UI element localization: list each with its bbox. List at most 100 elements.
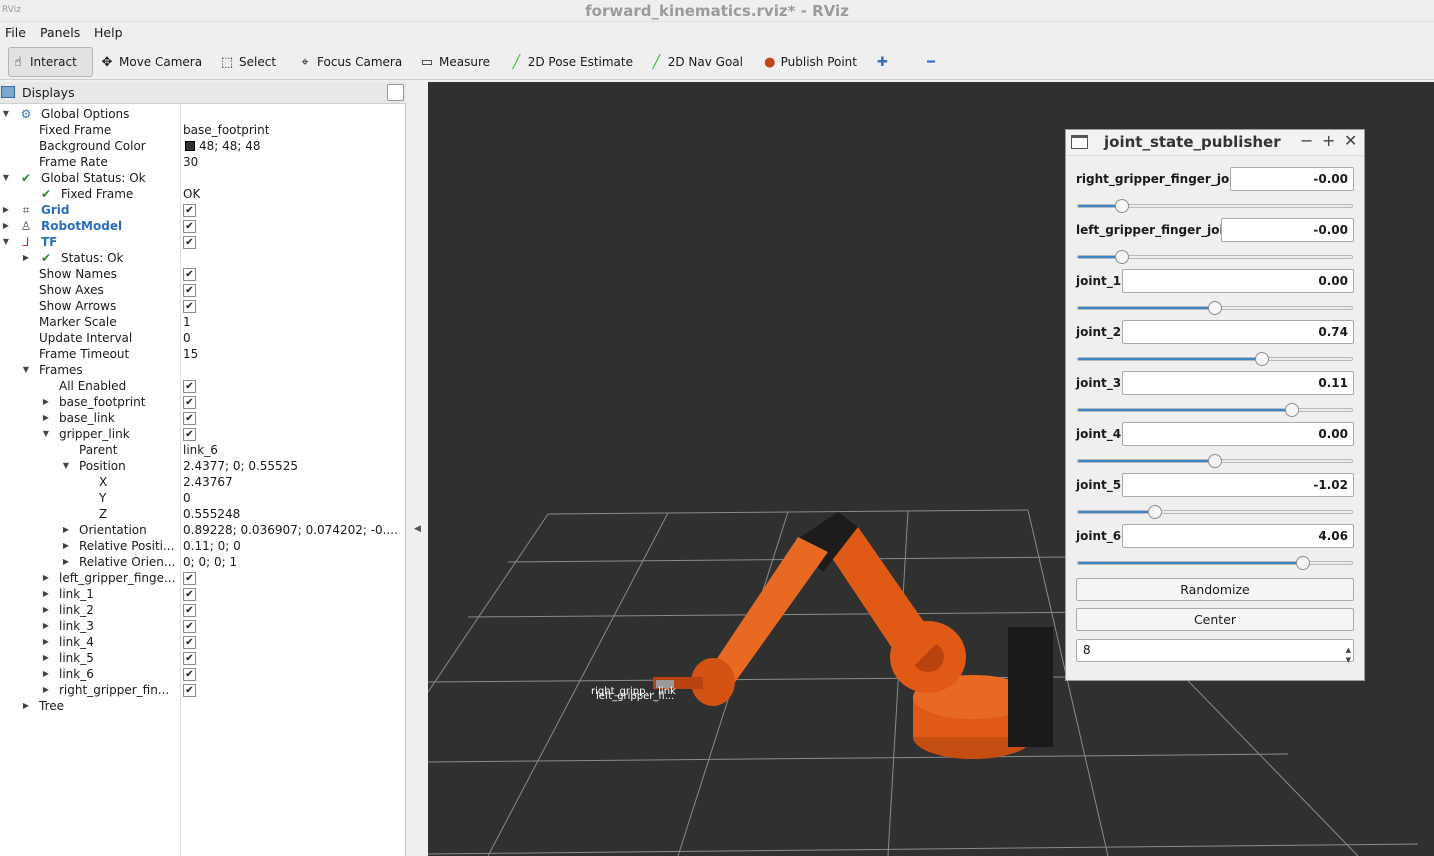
property-value[interactable]: 1 [183,314,191,330]
tree-row[interactable]: ▶ Relative Positi... 0.11; 0; 0 [0,538,404,554]
tree-row[interactable]: Update Interval 0 [0,330,404,346]
tree-row[interactable]: ▶ base_footprint ✔ [0,394,404,410]
collapsed-arrow-icon[interactable]: ▶ [41,570,51,586]
tree-row[interactable]: ▶ ✔ Status: Ok [0,250,404,266]
joint-value-field[interactable]: 0.11 [1122,371,1354,395]
collapsed-arrow-icon[interactable]: ▶ [61,554,71,570]
add-tool-tool[interactable]: ✚ [874,47,894,77]
enabled-checkbox[interactable]: ✔ [183,300,196,313]
measure-tool[interactable]: ▭ Measure [418,47,493,77]
slider-count-spinbox[interactable]: 8 ▲ ▼ [1076,639,1354,664]
tree-row[interactable]: X 2.43767 [0,474,404,490]
property-value[interactable]: link_6 [183,442,218,458]
property-value[interactable]: 48; 48; 48 [183,138,261,154]
enabled-checkbox[interactable]: ✔ [183,396,196,409]
property-value[interactable]: OK [183,186,200,202]
enabled-checkbox[interactable]: ✔ [183,268,196,281]
collapsed-arrow-icon[interactable]: ▶ [21,698,31,714]
tree-row[interactable]: ▶ link_1 ✔ [0,586,404,602]
tree-row[interactable]: Parent link_6 [0,442,404,458]
publish-point-tool[interactable]: ● Publish Point [762,47,857,77]
enabled-checkbox[interactable]: ✔ [183,588,196,601]
tree-row[interactable]: Marker Scale 1 [0,314,404,330]
tree-row[interactable]: ▶ link_5 ✔ [0,650,404,666]
tree-row[interactable]: ▼ Position 2.4377; 0; 0.55525 [0,458,404,474]
collapsed-arrow-icon[interactable]: ▶ [41,602,51,618]
expanded-arrow-icon[interactable]: ▼ [1,170,11,186]
move-camera-tool[interactable]: ✥ Move Camera [98,47,203,77]
property-value[interactable]: 0 [183,490,191,506]
collapsed-arrow-icon[interactable]: ▶ [41,634,51,650]
property-value[interactable]: 0; 0; 0; 1 [183,554,237,570]
collapse-arrow-icon[interactable]: ◀ [414,524,421,534]
tree-row[interactable]: ▼ ✔ Global Status: Ok [0,170,404,186]
collapsed-arrow-icon[interactable]: ▶ [61,522,71,538]
joint-value-field[interactable]: -0.00 [1221,218,1354,242]
joint-value-field[interactable]: -1.02 [1122,473,1354,497]
expanded-arrow-icon[interactable]: ▼ [21,362,31,378]
tree-row[interactable]: Show Arrows ✔ [0,298,404,314]
select-tool[interactable]: ⬚ Select [218,47,278,77]
property-value[interactable]: 2.4377; 0; 0.55525 [183,458,298,474]
enabled-checkbox[interactable]: ✔ [183,428,196,441]
joint-slider[interactable] [1077,556,1353,570]
joint-value-field[interactable]: -0.00 [1230,167,1354,191]
2d-nav-goal-tool[interactable]: ╱ 2D Nav Goal [648,47,743,77]
enabled-checkbox[interactable]: ✔ [183,668,196,681]
tree-row[interactable]: ▶ link_4 ✔ [0,634,404,650]
joint-slider[interactable] [1077,505,1353,519]
focus-camera-tool[interactable]: ⌖ Focus Camera [296,47,404,77]
property-value[interactable]: base_footprint [183,122,269,138]
property-value[interactable]: 15 [183,346,198,362]
tree-row[interactable]: ▶ link_3 ✔ [0,618,404,634]
collapsed-arrow-icon[interactable]: ▶ [41,666,51,682]
collapsed-arrow-icon[interactable]: ▶ [1,218,11,234]
tree-row[interactable]: ▶ link_6 ✔ [0,666,404,682]
enabled-checkbox[interactable]: ✔ [183,204,196,217]
enabled-checkbox[interactable]: ✔ [183,652,196,665]
spin-down-icon[interactable]: ▼ [1346,650,1351,671]
interact-tool[interactable]: ☝ Interact [8,47,93,77]
property-value[interactable]: 0.555248 [183,506,240,522]
joint-slider[interactable] [1077,199,1353,213]
enabled-checkbox[interactable]: ✔ [183,220,196,233]
slider-handle[interactable] [1208,301,1222,315]
slider-handle[interactable] [1147,505,1162,519]
tree-row[interactable]: Show Names ✔ [0,266,404,282]
enabled-checkbox[interactable]: ✔ [183,620,196,633]
property-value[interactable]: 30 [183,154,198,170]
slider-handle[interactable] [1284,403,1299,417]
maximize-icon[interactable]: + [1322,131,1335,150]
tree-row[interactable]: All Enabled ✔ [0,378,404,394]
joint-value-field[interactable]: 0.00 [1122,422,1354,446]
expanded-arrow-icon[interactable]: ▼ [1,234,11,250]
collapsed-arrow-icon[interactable]: ▶ [41,682,51,698]
slider-handle[interactable] [1114,199,1129,213]
tree-row[interactable]: Show Axes ✔ [0,282,404,298]
2d-pose-estimate-tool[interactable]: ╱ 2D Pose Estimate [508,47,633,77]
joint-slider[interactable] [1077,301,1353,315]
tree-row[interactable]: Fixed Frame base_footprint [0,122,404,138]
panel-float-checkbox[interactable] [387,84,404,101]
tree-row[interactable]: ▶ ⌗ Grid ✔ [0,202,404,218]
tree-row[interactable]: ▼ ⚙ Global Options [0,106,404,122]
tree-row[interactable]: ▶ ♙ RobotModel ✔ [0,218,404,234]
collapsed-arrow-icon[interactable]: ▶ [1,202,11,218]
property-value[interactable]: 0 [183,330,191,346]
tree-row[interactable]: Frame Timeout 15 [0,346,404,362]
collapsed-arrow-icon[interactable]: ▶ [41,650,51,666]
tree-row[interactable]: ▶ Relative Orien... 0; 0; 0; 1 [0,554,404,570]
tree-row[interactable]: ▼ gripper_link ✔ [0,426,404,442]
minimize-icon[interactable]: − [1300,131,1313,150]
collapsed-arrow-icon[interactable]: ▶ [21,250,31,266]
enabled-checkbox[interactable]: ✔ [183,684,196,697]
joint-slider[interactable] [1077,250,1353,264]
property-value[interactable]: 0.11; 0; 0 [183,538,241,554]
tree-row[interactable]: ▶ Orientation 0.89228; 0.036907; 0.074202;… [0,522,404,538]
joint-slider[interactable] [1077,454,1353,468]
property-value[interactable]: 2.43767 [183,474,233,490]
menu-panels[interactable]: Panels [40,25,80,40]
expanded-arrow-icon[interactable]: ▼ [1,106,11,122]
expanded-arrow-icon[interactable]: ▼ [41,426,51,442]
tree-row[interactable]: Frame Rate 30 [0,154,404,170]
